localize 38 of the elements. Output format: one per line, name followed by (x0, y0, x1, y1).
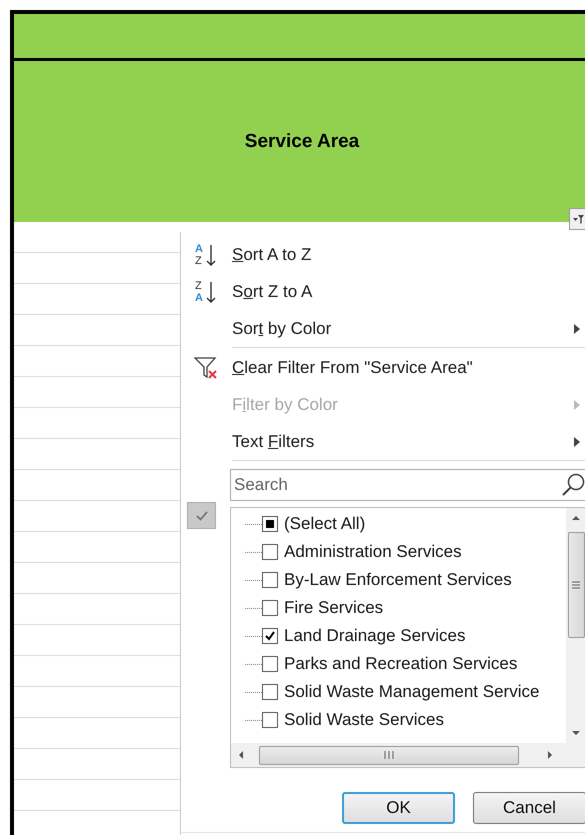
check-button[interactable] (187, 502, 216, 529)
list-item-label[interactable]: By-Law Enforcement Services (284, 570, 512, 590)
list-item-label[interactable]: Fire Services (284, 598, 384, 618)
checkbox[interactable] (262, 572, 278, 588)
menu-item[interactable]: Text Filters (181, 423, 585, 461)
submenu-arrow-icon (574, 437, 580, 447)
filter-dropdown-button[interactable] (569, 208, 585, 230)
menu-item[interactable]: Sort by Color (181, 310, 585, 348)
list-item-label[interactable]: Solid Waste Management Service (284, 682, 540, 702)
horizontal-scrollbar[interactable] (231, 743, 585, 767)
filter-icon (572, 212, 584, 226)
vertical-scrollbar[interactable] (566, 508, 585, 743)
dialog-button[interactable]: OK (342, 792, 455, 824)
list-item-label[interactable]: Parks and Recreation Services (284, 654, 518, 674)
menu-item[interactable]: Clear Filter From "Service Area" (181, 349, 585, 386)
list-item-label[interactable]: Land Drainage Services (284, 626, 466, 646)
grip-icon (572, 581, 580, 589)
checkbox[interactable] (262, 712, 278, 728)
checkbox[interactable] (262, 600, 278, 616)
checkmark-icon (194, 510, 208, 522)
checkbox[interactable] (262, 684, 278, 700)
list-item-label[interactable]: (Select All) (284, 514, 366, 534)
list-item-label[interactable]: Administration Services (284, 542, 462, 562)
search-icon (560, 472, 585, 498)
dialog-button[interactable]: Cancel (473, 792, 585, 824)
clear-filter-icon (194, 354, 220, 380)
submenu-arrow-icon (574, 400, 580, 410)
checkbox[interactable] (262, 656, 278, 672)
list-item-label[interactable]: Solid Waste Services (284, 710, 444, 730)
menu-item[interactable]: Z A Sort Z to A (181, 273, 585, 310)
submenu-arrow-icon (574, 324, 580, 334)
grip-icon (384, 751, 394, 759)
search-field[interactable]: Search (230, 469, 585, 501)
checkbox[interactable] (262, 544, 278, 560)
menu-item[interactable]: A Z Sort A to Z (181, 236, 585, 273)
column-header: Service Area (244, 130, 360, 152)
checkbox[interactable] (262, 628, 278, 644)
checkbox[interactable] (262, 516, 278, 532)
